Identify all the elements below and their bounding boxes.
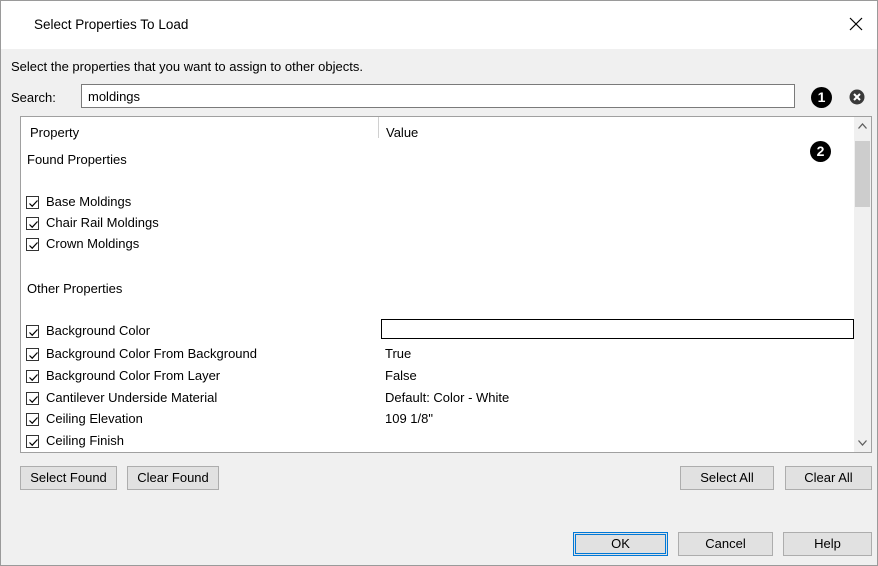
- select-all-button[interactable]: Select All: [680, 466, 774, 490]
- select-properties-dialog: Select Properties To Load Select the pro…: [0, 0, 878, 566]
- scroll-thumb[interactable]: [855, 141, 870, 207]
- ok-button[interactable]: OK: [573, 532, 668, 556]
- checkbox[interactable]: [26, 435, 39, 448]
- checkmark-icon: [29, 242, 38, 250]
- property-label: Cantilever Underside Material: [46, 390, 218, 405]
- property-row-cantilever-underside-material[interactable]: Cantilever Underside Material Default: C…: [26, 390, 846, 410]
- found-properties-heading: Found Properties: [27, 152, 127, 167]
- checkmark-icon: [29, 374, 38, 382]
- property-label: Crown Moldings: [46, 236, 140, 251]
- chevron-up-icon[interactable]: [857, 122, 868, 130]
- other-properties-heading: Other Properties: [27, 281, 123, 296]
- property-row-crown-moldings[interactable]: Crown Moldings: [26, 236, 846, 256]
- checkbox[interactable]: [26, 217, 39, 230]
- checkmark-icon: [29, 396, 38, 404]
- clear-found-button[interactable]: Clear Found: [127, 466, 219, 490]
- property-label: Ceiling Finish: [46, 433, 125, 448]
- column-header-value[interactable]: Value: [386, 125, 418, 140]
- search-input[interactable]: [82, 85, 794, 107]
- help-button[interactable]: Help: [783, 532, 872, 556]
- cancel-button[interactable]: Cancel: [678, 532, 773, 556]
- column-divider[interactable]: [378, 117, 379, 138]
- chevron-down-icon[interactable]: [857, 439, 868, 447]
- checkmark-icon: [29, 329, 38, 337]
- search-label: Search:: [11, 90, 56, 105]
- checkbox[interactable]: [26, 392, 39, 405]
- ok-button-label: OK: [575, 534, 666, 554]
- close-icon[interactable]: [845, 13, 867, 35]
- search-box: [81, 84, 795, 108]
- property-row-base-moldings[interactable]: Base Moldings: [26, 194, 846, 214]
- property-row-background-color-from-background[interactable]: Background Color From Background True: [26, 346, 846, 366]
- checkbox[interactable]: [26, 348, 39, 361]
- checkbox[interactable]: [26, 325, 39, 338]
- column-header-property[interactable]: Property: [30, 125, 79, 140]
- checkmark-icon: [29, 439, 38, 447]
- title-bar: Select Properties To Load: [1, 1, 877, 49]
- checkbox[interactable]: [26, 413, 39, 426]
- property-value: 109 1/8": [385, 411, 433, 426]
- color-swatch[interactable]: [381, 319, 854, 339]
- checkbox[interactable]: [26, 238, 39, 251]
- property-label: Background Color From Background: [46, 346, 257, 361]
- property-label: Ceiling Elevation: [46, 411, 143, 426]
- clear-all-button[interactable]: Clear All: [785, 466, 872, 490]
- instructions-text: Select the properties that you want to a…: [11, 59, 363, 74]
- property-label: Base Moldings: [46, 194, 132, 209]
- callout-marker-2: 2: [810, 141, 831, 162]
- dialog-title: Select Properties To Load: [34, 17, 189, 32]
- property-row-ceiling-elevation[interactable]: Ceiling Elevation 109 1/8": [26, 411, 846, 431]
- property-label: Chair Rail Moldings: [46, 215, 159, 230]
- callout-marker-1: 1: [811, 87, 832, 108]
- property-row-background-color[interactable]: Background Color: [26, 319, 854, 343]
- property-value: False: [385, 368, 417, 383]
- property-row-ceiling-finish[interactable]: Ceiling Finish: [26, 433, 846, 452]
- checkbox[interactable]: [26, 370, 39, 383]
- vertical-scrollbar[interactable]: [854, 117, 871, 452]
- property-label: Background Color: [46, 323, 151, 338]
- property-row-background-color-from-layer[interactable]: Background Color From Layer False: [26, 368, 846, 388]
- property-row-chair-rail-moldings[interactable]: Chair Rail Moldings: [26, 215, 846, 235]
- property-value: True: [385, 346, 412, 361]
- select-found-button[interactable]: Select Found: [20, 466, 117, 490]
- checkmark-icon: [29, 352, 38, 360]
- checkmark-icon: [29, 417, 38, 425]
- clear-search-icon[interactable]: [848, 88, 866, 106]
- checkmark-icon: [29, 200, 38, 208]
- checkbox[interactable]: [26, 196, 39, 209]
- property-label: Background Color From Layer: [46, 368, 221, 383]
- properties-grid: Property Value Found Properties Base Mol…: [20, 116, 872, 453]
- checkmark-icon: [29, 221, 38, 229]
- property-value: Default: Color - White: [385, 390, 510, 405]
